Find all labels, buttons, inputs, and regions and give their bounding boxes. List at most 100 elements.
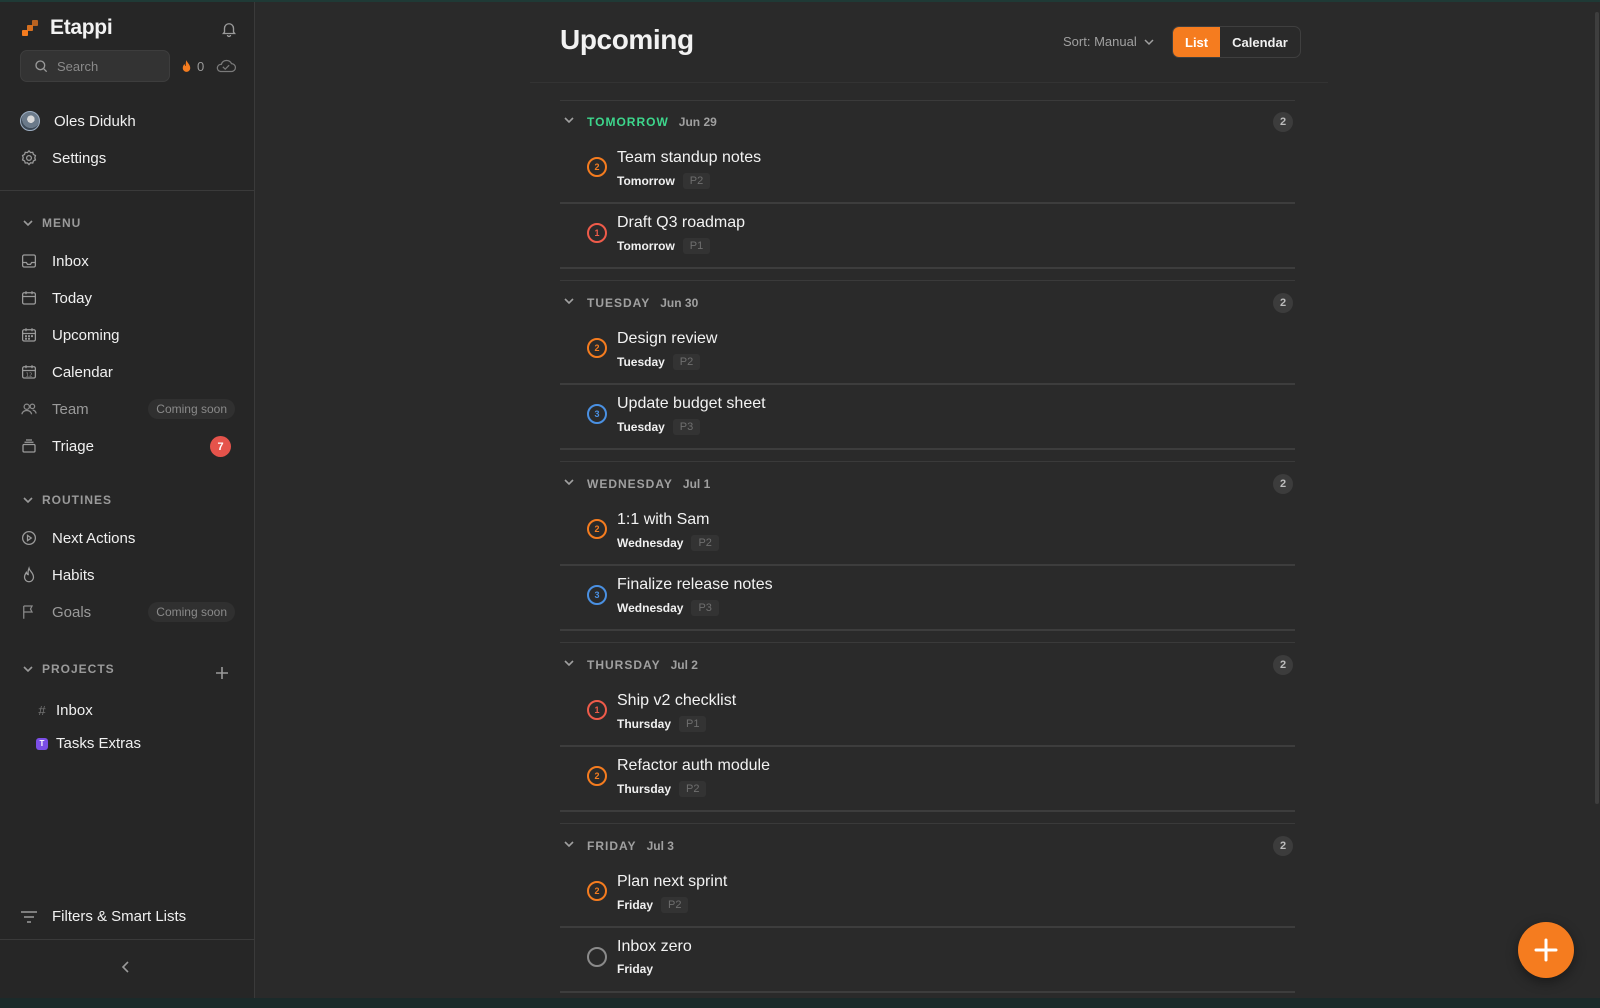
- task-checkbox[interactable]: 1: [587, 223, 607, 243]
- sidebar-item-calendar[interactable]: 12 Calendar: [20, 357, 235, 387]
- task-priority-tag: P3: [672, 419, 701, 435]
- task-due-day: Thursday: [617, 782, 672, 796]
- calendar-view-button[interactable]: Calendar: [1220, 27, 1300, 57]
- task-priority-tag: P2: [691, 535, 719, 551]
- sidebar-item-upcoming[interactable]: Upcoming: [20, 320, 235, 350]
- day-group-header[interactable]: THURSDAY Jul 2 2: [563, 653, 1293, 677]
- day-date: Jul 2: [670, 658, 698, 672]
- sync-cloud-icon[interactable]: [215, 58, 237, 79]
- sidebar-item-habits[interactable]: Habits: [20, 560, 235, 590]
- task-row[interactable]: 2 Design review Tuesday P2: [560, 321, 1295, 385]
- search-input[interactable]: [57, 58, 157, 74]
- calendar-today-icon: [20, 289, 38, 307]
- chevron-down-icon: [1144, 38, 1154, 45]
- view-toggle: List Calendar: [1172, 26, 1301, 58]
- chevron-left-icon: [121, 961, 129, 973]
- task-row[interactable]: 2 Refactor auth module Thursday P2: [560, 748, 1295, 812]
- brand[interactable]: Etappi: [22, 16, 113, 40]
- task-row[interactable]: 2 Plan next sprint Friday P2: [560, 864, 1295, 928]
- task-checkbox[interactable]: 2: [587, 881, 607, 901]
- calendar-12-icon: 12: [20, 363, 38, 381]
- task-title: 1:1 with Sam: [617, 511, 710, 528]
- day-name: TOMORROW: [587, 115, 669, 129]
- bell-icon[interactable]: [220, 20, 238, 38]
- scrollbar[interactable]: [1595, 12, 1599, 804]
- sidebar-item-goals[interactable]: Goals Coming soon: [20, 597, 235, 627]
- task-due-day: Tuesday: [617, 355, 665, 369]
- task-priority-tag: P2: [679, 781, 707, 797]
- day-group-header[interactable]: TOMORROW Jun 29 2: [563, 110, 1293, 134]
- task-checkbox[interactable]: 3: [587, 585, 607, 605]
- sort-label: Sort: Manual: [1063, 34, 1137, 49]
- task-checkbox[interactable]: 3: [587, 404, 607, 424]
- project-item-tasks-extras[interactable]: T Tasks Extras: [36, 735, 141, 752]
- project-label: Inbox: [56, 702, 93, 719]
- task-row[interactable]: 1 Ship v2 checklist Thursday P1: [560, 683, 1295, 747]
- sidebar-divider: [0, 190, 255, 191]
- chevron-down-icon: [563, 475, 577, 493]
- task-title: Ship v2 checklist: [617, 692, 737, 709]
- sort-dropdown[interactable]: Sort: Manual: [1063, 34, 1155, 49]
- task-title: Refactor auth module: [617, 757, 770, 774]
- task-meta: Tuesday P2: [617, 354, 701, 370]
- sidebar-item-team[interactable]: Team Coming soon: [20, 394, 235, 424]
- task-row[interactable]: 2 1:1 with Sam Wednesday P2: [560, 502, 1295, 566]
- search-box[interactable]: [20, 50, 170, 82]
- task-checkbox[interactable]: 2: [587, 338, 607, 358]
- avatar: [20, 111, 40, 131]
- task-checkbox[interactable]: [587, 947, 607, 967]
- chevron-down-icon: [23, 666, 33, 673]
- settings-label: Settings: [52, 149, 107, 167]
- task-row[interactable]: 3 Finalize release notes Wednesday P3: [560, 567, 1295, 631]
- task-priority-tag: P2: [661, 897, 689, 913]
- task-title: Finalize release notes: [617, 576, 773, 593]
- sidebar-item-inbox[interactable]: Inbox: [20, 246, 235, 276]
- streak-count: 0: [197, 59, 205, 74]
- projects-section-toggle[interactable]: PROJECTS: [22, 662, 115, 676]
- menu-heading: MENU: [42, 216, 82, 230]
- filters-smart-lists-link[interactable]: Filters & Smart Lists: [20, 908, 186, 925]
- task-meta: Wednesday P2: [617, 535, 719, 551]
- list-view-button[interactable]: List: [1173, 27, 1221, 57]
- task-checkbox[interactable]: 2: [587, 157, 607, 177]
- sidebar-item-label: Habits: [52, 566, 95, 584]
- task-checkbox[interactable]: 2: [587, 766, 607, 786]
- collapse-sidebar-button[interactable]: [118, 959, 134, 980]
- task-row[interactable]: 1 Draft Q3 roadmap Tomorrow P1: [560, 205, 1295, 269]
- add-project-button[interactable]: [215, 666, 229, 685]
- sidebar-item-next-actions[interactable]: Next Actions: [20, 523, 235, 553]
- task-due-day: Tomorrow: [617, 174, 675, 188]
- task-due-day: Friday: [617, 962, 654, 976]
- hash-icon: #: [38, 703, 46, 718]
- menu-section-toggle[interactable]: MENU: [22, 216, 81, 230]
- routines-section-toggle[interactable]: ROUTINES: [22, 493, 112, 507]
- flame-outline-icon: [20, 566, 38, 584]
- day-divider: [560, 461, 1295, 462]
- task-checkbox[interactable]: 1: [587, 700, 607, 720]
- day-group-header[interactable]: TUESDAY Jun 30 2: [563, 291, 1293, 315]
- day-name: WEDNESDAY: [587, 477, 673, 491]
- project-item-inbox[interactable]: # Inbox: [36, 702, 93, 719]
- task-meta: Tuesday P3: [617, 419, 701, 435]
- task-row[interactable]: 2 Team standup notes Tomorrow P2: [560, 140, 1295, 204]
- task-row[interactable]: Inbox zero Friday: [560, 929, 1295, 993]
- add-task-button[interactable]: [1518, 922, 1574, 978]
- chevron-down-icon: [563, 837, 577, 855]
- settings-link[interactable]: Settings: [20, 143, 235, 173]
- day-group-header[interactable]: WEDNESDAY Jul 1 2: [563, 472, 1293, 496]
- day-name: TUESDAY: [587, 296, 651, 310]
- sidebar-item-triage[interactable]: Triage 7: [20, 431, 235, 461]
- user-profile[interactable]: Oles Didukh: [20, 106, 235, 136]
- user-name: Oles Didukh: [54, 112, 136, 130]
- day-task-count: 2: [1273, 474, 1293, 494]
- task-checkbox[interactable]: 2: [587, 519, 607, 539]
- sidebar-item-today[interactable]: Today: [20, 283, 235, 313]
- sidebar-item-label: Next Actions: [52, 529, 136, 547]
- day-group-header[interactable]: FRIDAY Jul 3 2: [563, 834, 1293, 858]
- task-row[interactable]: 3 Update budget sheet Tuesday P3: [560, 386, 1295, 450]
- sidebar-item-label: Team: [52, 400, 89, 418]
- streak-counter[interactable]: 0: [180, 59, 204, 74]
- flag-icon: [20, 603, 38, 621]
- day-task-count: 2: [1273, 112, 1293, 132]
- triage-count-badge: 7: [210, 436, 231, 457]
